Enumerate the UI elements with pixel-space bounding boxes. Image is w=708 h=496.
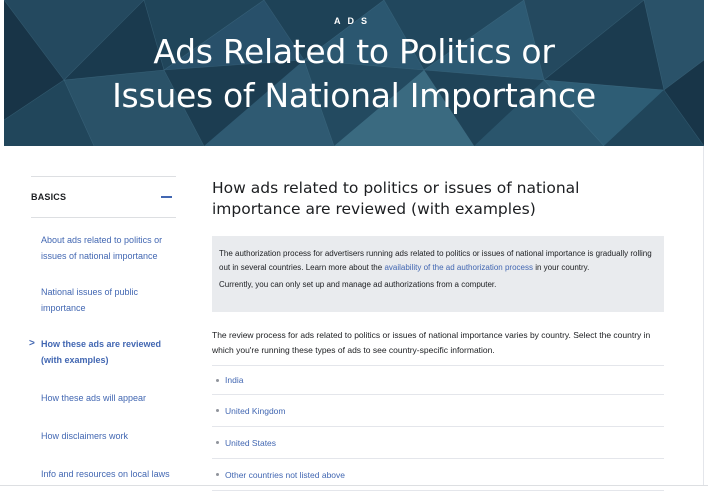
country-item-united-states[interactable]: United States [212, 427, 664, 459]
sidebar-item-disclaimers[interactable]: How disclaimers work [41, 428, 181, 444]
country-label: Other countries not listed above [225, 469, 346, 480]
bullet-icon [216, 378, 219, 382]
hero-eyebrow: ADS [333, 16, 374, 26]
sidebar-item-how-appear[interactable]: How these ads will appear [41, 390, 181, 406]
active-indicator-icon: > [29, 338, 35, 349]
sidebar-nav: BASICS About ads related to politics or … [29, 176, 176, 479]
main-content: How ads related to politics or issues of… [212, 178, 664, 491]
content-border [703, 146, 704, 486]
bottom-divider [0, 485, 708, 486]
bullet-icon [216, 409, 219, 412]
bullet-icon [216, 473, 219, 476]
country-list: India United Kingdom United States Other… [212, 365, 664, 491]
bullet-icon [216, 441, 219, 444]
sidebar-item-how-reviewed[interactable]: > How these ads are reviewed (with examp… [29, 336, 176, 368]
country-item-united-kingdom[interactable]: United Kingdom [212, 395, 664, 427]
intro-text: The review process for ads related to po… [212, 330, 651, 355]
sidebar-item-about[interactable]: About ads related to politics or issues … [41, 232, 181, 264]
page-title: Ads Related to Politics or Issues of Nat… [4, 30, 704, 118]
sidebar-section-title: BASICS [31, 192, 67, 202]
minus-icon[interactable] [161, 196, 172, 198]
notice-text: The authorization process for advertiser… [219, 247, 657, 275]
country-label: India [225, 375, 244, 385]
page-title-line-2: Issues of National Importance [112, 76, 596, 115]
sidebar-item-label: How these ads are reviewed (with example… [41, 339, 162, 365]
hero-banner: ADS Ads Related to Politics or Issues of… [4, 0, 704, 146]
notice-text-end: in your country. [532, 263, 590, 272]
availability-link[interactable]: availability of the ad authorization pro… [384, 263, 533, 272]
country-label: United Kingdom [225, 405, 286, 416]
country-label: United States [225, 437, 277, 448]
notice-computer-only: Currently, you can only set up and manag… [219, 280, 497, 289]
sidebar-section-header[interactable]: BASICS [31, 176, 176, 218]
sidebar-item-national-issues[interactable]: National issues of public importance [41, 284, 181, 316]
section-title: How ads related to politics or issues of… [212, 179, 580, 218]
country-item-india[interactable]: India [212, 365, 664, 395]
page-title-line-1: Ads Related to Politics or [153, 32, 555, 71]
country-item-other[interactable]: Other countries not listed above [212, 459, 664, 491]
sidebar-item-local-laws[interactable]: Info and resources on local laws [41, 466, 181, 482]
notice-box: The authorization process for advertiser… [212, 236, 664, 312]
